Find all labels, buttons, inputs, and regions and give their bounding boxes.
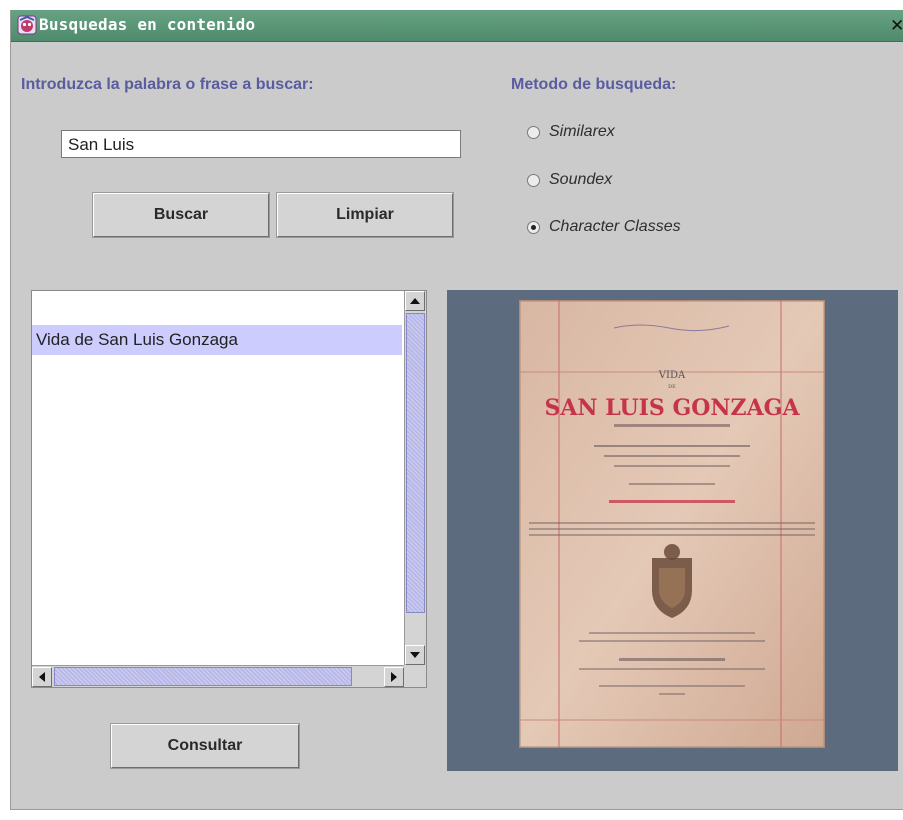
arrow-up-icon (410, 298, 420, 304)
results-list[interactable]: Vida de San Luis Gonzaga (31, 290, 427, 688)
radio-button-selected[interactable] (527, 220, 540, 234)
radio-label-similarex: Similarex (549, 123, 615, 140)
image-preview: VIDA DE SAN LUIS GONZAGA (447, 290, 898, 771)
radio-label-character-classes: Character Classes (549, 218, 681, 235)
scroll-down-button[interactable] (405, 645, 425, 665)
radio-button[interactable] (527, 125, 540, 139)
list-item[interactable]: Vida de San Luis Gonzaga (32, 325, 402, 355)
horizontal-scroll-thumb[interactable] (54, 667, 352, 686)
arrow-left-icon (39, 672, 45, 682)
radio-button[interactable] (527, 173, 540, 187)
radio-character-classes[interactable]: Character Classes (527, 215, 681, 239)
search-prompt-label: Introduzca la palabra o frase a buscar: (21, 76, 314, 93)
cover-line-title: SAN LUIS GONZAGA (544, 395, 800, 421)
book-cover-image: VIDA DE SAN LUIS GONZAGA (519, 300, 825, 748)
search-input[interactable]: San Luis (61, 130, 461, 158)
radio-soundex[interactable]: Soundex (527, 168, 612, 192)
clear-button[interactable]: Limpiar (276, 192, 454, 238)
app-window: Busquedas en contenido ✕ Introduzca la p… (10, 10, 903, 810)
search-method-label: Metodo de busqueda: (511, 76, 677, 93)
close-icon[interactable]: ✕ (890, 16, 903, 36)
scroll-corner (404, 665, 426, 687)
search-button[interactable]: Buscar (92, 192, 270, 238)
cover-line-vida: VIDA (658, 370, 686, 381)
scroll-left-button[interactable] (32, 667, 52, 687)
vertical-scrollbar[interactable] (404, 291, 426, 665)
vertical-scroll-thumb[interactable] (406, 313, 425, 613)
horizontal-scrollbar[interactable] (32, 665, 404, 687)
consult-button[interactable]: Consultar (110, 723, 300, 769)
radio-label-soundex: Soundex (549, 171, 613, 188)
window-title: Busquedas en contenido (39, 15, 256, 34)
arrow-right-icon (391, 672, 397, 682)
radio-similarex[interactable]: Similarex (527, 120, 615, 144)
cover-line-de: DE (668, 384, 676, 390)
arrow-down-icon (410, 652, 420, 658)
scroll-right-button[interactable] (384, 667, 404, 687)
title-bar[interactable]: Busquedas en contenido ✕ (11, 10, 903, 42)
scroll-up-button[interactable] (405, 291, 425, 311)
app-icon (17, 15, 37, 35)
